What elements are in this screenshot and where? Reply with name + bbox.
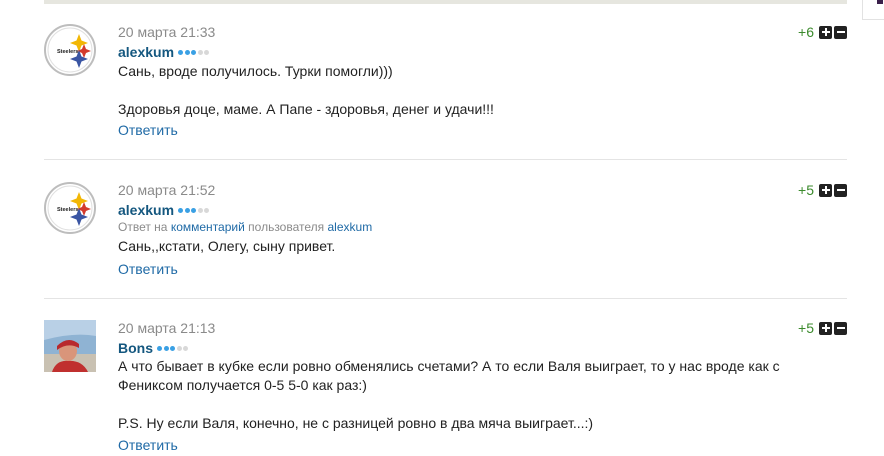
vote-down-button[interactable] <box>834 321 847 335</box>
rating-score: +5 <box>798 182 814 198</box>
rating-score: +6 <box>798 24 814 40</box>
reply-note-comment-link[interactable]: комментарий <box>171 220 245 234</box>
reply-link[interactable]: Ответить <box>118 122 178 138</box>
divider <box>44 298 847 299</box>
vote-down-button[interactable] <box>834 183 847 197</box>
user-photo-avatar[interactable] <box>44 320 96 372</box>
comment-3: 20 марта 21:13 Bons А что бывает в кубке… <box>44 320 847 456</box>
rating: +6 <box>798 24 847 40</box>
reply-link[interactable]: Ответить <box>118 437 178 453</box>
comment-text-line: А что бывает в кубке если ровно обменяли… <box>118 358 780 374</box>
comment-date: 20 марта 21:52 <box>118 182 216 198</box>
corner-widget[interactable] <box>862 0 884 20</box>
comment-date: 20 марта 21:33 <box>118 24 216 40</box>
svg-text:Steelers: Steelers <box>57 49 78 55</box>
comment-text-line: Сань, вроде получилось. Турки помогли))) <box>118 63 393 79</box>
comment-author[interactable]: Bons <box>118 340 153 356</box>
comment-text-line: Фениксом получается 0-5 5-0 как раз:) <box>118 377 367 393</box>
rating: +5 <box>798 182 847 198</box>
svg-text:Steelers: Steelers <box>57 207 78 213</box>
steelers-logo-avatar[interactable]: Steelers <box>44 182 96 234</box>
steelers-logo-avatar[interactable]: Steelers <box>44 24 96 76</box>
comment-text-line: Сань,,кстати, Олегу, сыну привет. <box>118 238 336 254</box>
rank-dots <box>178 207 211 213</box>
reply-note-middle: пользователя <box>248 220 325 234</box>
comment-2: Steelers 20 марта 21:52 alexkum Ответ на… <box>44 182 847 282</box>
comment-text-line: Здоровья доце, маме. А Папе - здоровья, … <box>118 101 494 117</box>
reply-note-user-link[interactable]: alexkum <box>328 220 373 234</box>
top-border <box>44 0 847 4</box>
reply-note: Ответ на комментарий пользователя alexku… <box>118 220 372 234</box>
comment-author[interactable]: alexkum <box>118 44 174 60</box>
rating: +5 <box>798 320 847 336</box>
vote-up-button[interactable] <box>819 183 832 197</box>
divider <box>44 159 847 160</box>
comment-date: 20 марта 21:13 <box>118 320 216 336</box>
rating-score: +5 <box>798 320 814 336</box>
reply-note-prefix: Ответ на <box>118 220 168 234</box>
vote-down-button[interactable] <box>834 25 847 39</box>
comment-author[interactable]: alexkum <box>118 202 174 218</box>
vote-up-button[interactable] <box>819 321 832 335</box>
comment-text-line: P.S. Ну если Валя, конечно, не с разнице… <box>118 415 594 431</box>
comment-1: Steelers 20 марта 21:33 alexkum Сань, вр… <box>44 24 847 144</box>
reply-link[interactable]: Ответить <box>118 261 178 277</box>
vote-up-button[interactable] <box>819 25 832 39</box>
rank-dots <box>157 345 190 351</box>
rank-dots <box>178 49 211 55</box>
